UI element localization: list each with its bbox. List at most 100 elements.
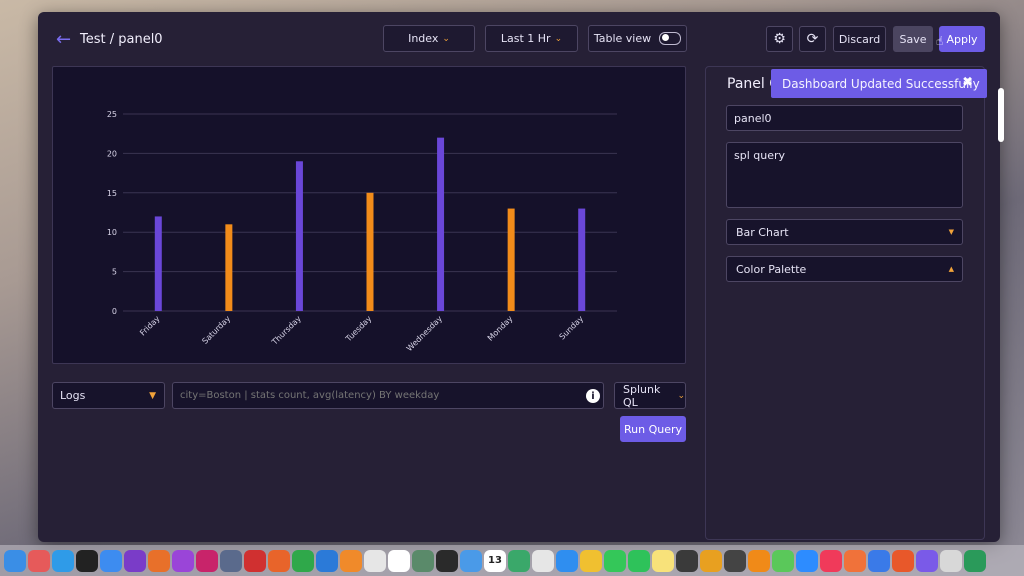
chevron-down-icon: ⌄ <box>442 33 450 44</box>
chart-type-dropdown[interactable]: Bar Chart ▼ <box>726 219 963 245</box>
finder2-icon[interactable] <box>460 549 482 572</box>
disk-icon[interactable] <box>220 549 242 572</box>
table-view-toggle[interactable]: Table view <box>588 25 687 52</box>
bar-sunday[interactable] <box>578 208 586 311</box>
calendar-day: 13 <box>488 555 502 566</box>
chevron-down-icon: ⌄ <box>554 33 563 44</box>
pycharm-icon[interactable] <box>772 549 794 572</box>
facetime-icon[interactable] <box>628 549 650 572</box>
source-dropdown[interactable]: Logs ▼ <box>52 382 165 409</box>
x-tick-label: Sunday <box>558 314 586 342</box>
bar-friday[interactable] <box>154 216 162 311</box>
query-input[interactable] <box>172 382 604 409</box>
preview-icon[interactable] <box>364 549 386 572</box>
bar-thursday[interactable] <box>295 161 303 311</box>
launchpad-icon[interactable] <box>28 549 50 572</box>
zoom-icon[interactable] <box>796 549 818 572</box>
plex-icon[interactable] <box>700 549 722 572</box>
chart-type-label: Bar Chart <box>736 225 789 239</box>
affinity-icon[interactable] <box>196 549 218 572</box>
appstore-icon[interactable] <box>556 549 578 572</box>
x-tick-label: Friday <box>138 314 162 338</box>
mouse-cursor-icon: ☝ <box>936 34 944 48</box>
time-range-label: Last 1 Hr <box>500 32 551 45</box>
index-dropdown[interactable]: Index ⌄ <box>383 25 475 52</box>
jetbrains-icon[interactable] <box>148 549 170 572</box>
y-tick-label: 15 <box>107 189 117 198</box>
appletv-icon[interactable] <box>76 549 98 572</box>
bar-tuesday[interactable] <box>366 192 374 311</box>
cloud-icon[interactable] <box>532 549 554 572</box>
x-tick-label: Tuesday <box>343 314 373 344</box>
keynote-icon[interactable] <box>316 549 338 572</box>
page-title: Test / panel0 <box>80 32 163 47</box>
discard-button[interactable]: Discard <box>833 26 886 52</box>
panel-config <box>705 66 985 540</box>
source-label: Logs <box>60 389 86 402</box>
obs-icon[interactable] <box>724 549 746 572</box>
query-language-dropdown[interactable]: Splunk QL ⌄ <box>614 382 686 409</box>
toggle-switch-icon[interactable] <box>659 32 682 45</box>
caret-down-icon: ▼ <box>948 228 954 236</box>
calendar-icon[interactable]: 13 <box>484 549 506 572</box>
x-tick-label: Saturday <box>200 314 232 346</box>
color-palette-dropdown[interactable]: Color Palette ▲ <box>726 256 963 282</box>
settings-button[interactable]: ⚙ <box>766 26 793 52</box>
panel-query-textarea[interactable]: spl query <box>726 142 963 208</box>
y-tick-label: 0 <box>112 307 117 316</box>
bar-chart: 0 5 10 15 20 25 Friday Saturday Thursday Tuesday W… <box>107 110 617 353</box>
redapp-icon[interactable] <box>244 549 266 572</box>
messages-icon[interactable] <box>604 549 626 572</box>
bar-wednesday[interactable] <box>437 137 445 311</box>
gear-icon: ⚙ <box>773 31 786 47</box>
terminal-icon[interactable] <box>436 549 458 572</box>
color-palette-label: Color Palette <box>736 262 807 276</box>
swift-icon[interactable] <box>844 549 866 572</box>
refresh-icon: ⟳ <box>806 31 819 47</box>
y-tick-label: 10 <box>107 228 117 237</box>
layers-icon[interactable] <box>412 549 434 572</box>
excel-icon[interactable] <box>964 549 986 572</box>
music-icon[interactable] <box>820 549 842 572</box>
panel-name-input[interactable]: panel0 <box>726 105 963 131</box>
scrollbar[interactable] <box>998 88 1004 142</box>
apply-button[interactable]: Apply <box>939 26 985 52</box>
refresh-button[interactable]: ⟳ <box>799 26 826 52</box>
table-view-label: Table view <box>593 32 652 45</box>
sublime-icon[interactable] <box>340 549 362 572</box>
chevron-down-icon: ⌄ <box>677 390 685 401</box>
slack-icon[interactable] <box>388 549 410 572</box>
save-button[interactable]: Save <box>893 26 933 52</box>
index-label: Index <box>408 32 439 45</box>
omnifocus-icon[interactable] <box>124 549 146 572</box>
photos-icon[interactable] <box>580 549 602 572</box>
mail-icon[interactable] <box>100 549 122 572</box>
x-tick-label: Wednesday <box>405 314 444 353</box>
bar-saturday[interactable] <box>225 224 233 311</box>
y-tick-label: 25 <box>107 110 117 119</box>
notes-icon[interactable] <box>652 549 674 572</box>
safari-icon[interactable] <box>52 549 74 572</box>
affinity2-icon[interactable] <box>892 549 914 572</box>
audio-icon[interactable] <box>676 549 698 572</box>
success-toast: Dashboard Updated Successfully ✖ <box>771 69 987 98</box>
bar-monday[interactable] <box>507 208 515 311</box>
info-icon[interactable]: i <box>586 389 600 403</box>
stacks-icon[interactable] <box>172 549 194 572</box>
numbers-icon[interactable] <box>292 549 314 572</box>
x-tick-label: Thursday <box>269 314 303 348</box>
query-language-label: Splunk QL <box>623 382 661 409</box>
finder-icon[interactable] <box>4 549 26 572</box>
macos-dock: 13 <box>0 545 1024 576</box>
xcode-icon[interactable] <box>868 549 890 572</box>
close-icon[interactable]: ✖ <box>962 75 973 90</box>
script-icon[interactable] <box>940 549 962 572</box>
run-query-button[interactable]: Run Query <box>620 416 686 442</box>
vlc-icon[interactable] <box>748 549 770 572</box>
grid-icon[interactable] <box>916 549 938 572</box>
draw-icon[interactable] <box>268 549 290 572</box>
android-icon[interactable] <box>508 549 530 572</box>
time-range-dropdown[interactable]: Last 1 Hr ⌄ <box>485 25 578 52</box>
back-arrow-icon[interactable]: ← <box>56 30 74 50</box>
caret-down-icon: ▼ <box>149 390 156 401</box>
